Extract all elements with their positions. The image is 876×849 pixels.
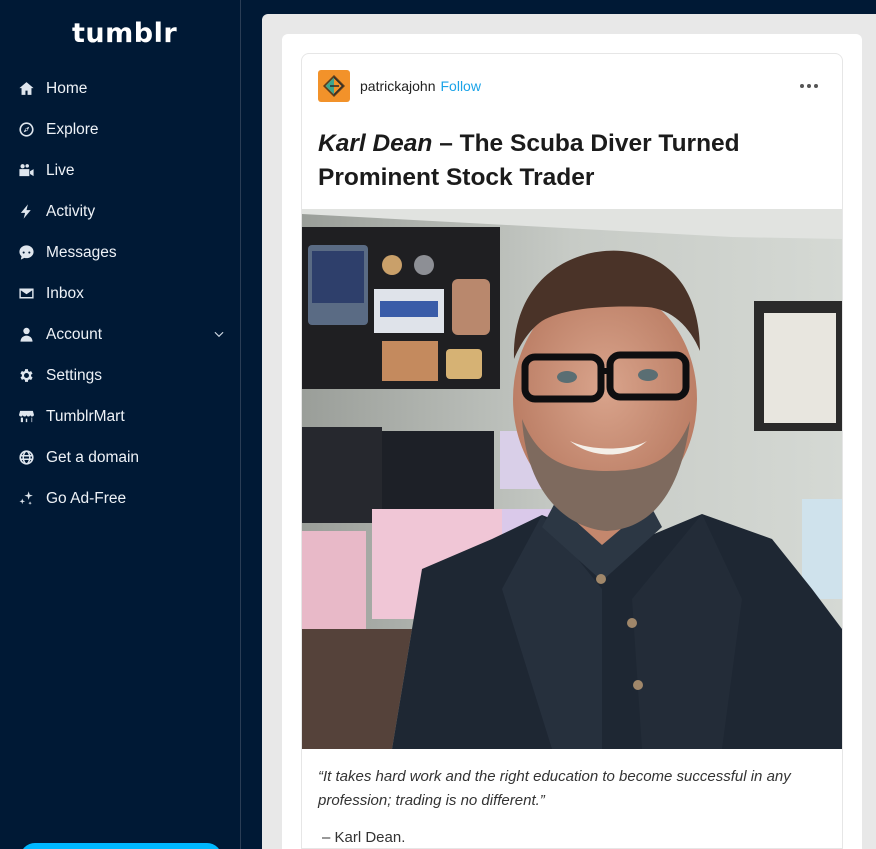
sidebar-item-label: Home xyxy=(46,79,88,97)
portrait-image xyxy=(302,209,842,749)
sidebar-item-inbox[interactable]: Inbox xyxy=(0,273,241,314)
follow-button[interactable]: Follow xyxy=(441,78,481,94)
sidebar-item-get-a-domain[interactable]: Get a domain xyxy=(0,437,241,478)
blog-avatar-icon xyxy=(323,75,345,97)
sidebar-item-label: Activity xyxy=(46,202,96,220)
sidebar-item-home[interactable]: Home xyxy=(0,68,241,109)
gear-icon xyxy=(17,367,35,385)
storefront-icon xyxy=(17,408,35,426)
sidebar-item-label: Inbox xyxy=(46,284,84,302)
sidebar-item-go-ad-free[interactable]: Go Ad-Free xyxy=(0,478,241,519)
person-icon xyxy=(17,326,35,344)
avatar[interactable] xyxy=(318,70,350,102)
sidebar-item-tumblrmart[interactable]: TumblrMart xyxy=(0,396,241,437)
tumblr-logo[interactable]: tumblr xyxy=(72,18,177,49)
sidebar: tumblr Home Explore Live Activity Messag… xyxy=(0,0,241,849)
sidebar-item-activity[interactable]: Activity xyxy=(0,191,241,232)
sidebar-item-messages[interactable]: Messages xyxy=(0,232,241,273)
sidebar-item-label: Messages xyxy=(46,243,117,261)
sidebar-item-label: Go Ad-Free xyxy=(46,489,127,507)
home-icon xyxy=(17,80,35,98)
post-username[interactable]: patrickajohn xyxy=(360,78,436,94)
sidebar-item-label: Live xyxy=(46,161,75,179)
chat-bubble-icon xyxy=(17,244,35,262)
post-title: Karl Dean – The Scuba Diver Turned Promi… xyxy=(318,127,818,195)
post-header: patrickajohn Follow xyxy=(318,70,481,102)
post-quote: “It takes hard work and the right educat… xyxy=(318,768,791,809)
lightning-icon xyxy=(17,203,35,221)
post-title-italic: Karl Dean xyxy=(318,130,433,157)
sidebar-item-label: Account xyxy=(46,325,103,343)
video-camera-icon xyxy=(17,162,35,180)
sidebar-item-label: Explore xyxy=(46,120,99,138)
sparkles-icon xyxy=(17,490,35,508)
sidebar-item-label: TumblrMart xyxy=(46,407,125,425)
compass-icon xyxy=(17,121,35,139)
envelope-icon xyxy=(17,285,35,303)
create-post-button[interactable] xyxy=(20,843,222,849)
globe-icon xyxy=(17,449,35,467)
sidebar-item-label: Get a domain xyxy=(46,448,140,466)
sidebar-item-label: Settings xyxy=(46,366,103,384)
sidebar-item-settings[interactable]: Settings xyxy=(0,355,241,396)
sidebar-item-live[interactable]: Live xyxy=(0,150,241,191)
post-card: patrickajohn Follow Karl Dean – The Scub… xyxy=(301,53,843,849)
sidebar-nav: Home Explore Live Activity Messages Inbo… xyxy=(0,68,241,519)
post-attribution: – Karl Dean. xyxy=(322,829,406,846)
sidebar-item-explore[interactable]: Explore xyxy=(0,109,241,150)
chevron-down-icon[interactable] xyxy=(212,327,226,341)
post-photo[interactable] xyxy=(302,209,842,749)
sidebar-item-account[interactable]: Account xyxy=(0,314,241,355)
more-options-icon[interactable] xyxy=(800,78,822,94)
